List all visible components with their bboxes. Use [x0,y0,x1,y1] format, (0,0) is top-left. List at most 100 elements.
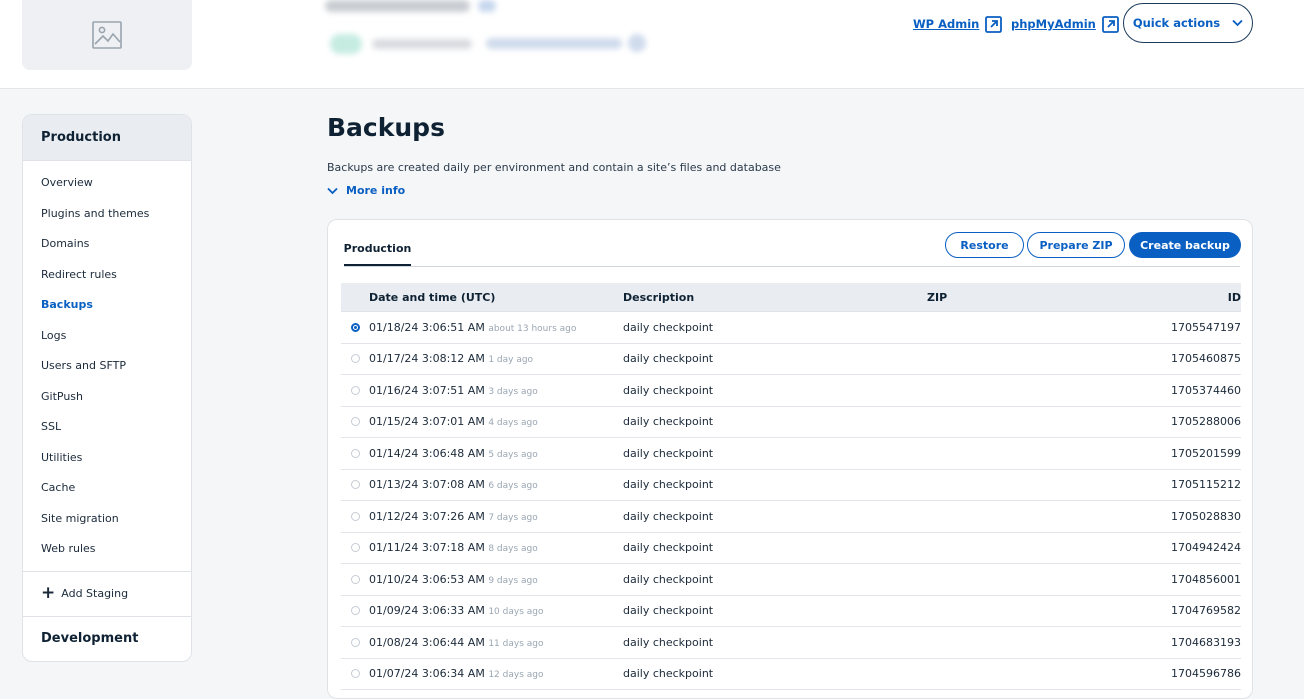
row-select[interactable] [341,385,369,395]
table-row[interactable]: 01/16/24 3:07:51 AM 3 days ago daily chec… [341,375,1241,407]
cell-description: daily checkpoint [623,541,714,555]
sidebar-item-cache[interactable]: Cache [23,473,191,504]
row-select[interactable] [341,637,369,647]
site-url-redacted[interactable] [486,38,622,49]
sidebar-item-logs[interactable]: Logs [23,321,191,352]
sidebar-item-overview[interactable]: Overview [23,168,191,199]
row-select[interactable] [341,511,369,521]
backup-datetime: 01/11/24 3:07:18 AM [369,541,485,555]
column-header-description[interactable]: Description [623,291,927,304]
backup-datetime: 01/17/24 3:08:12 AM [369,352,485,366]
table-row[interactable]: 01/18/24 3:06:51 AM about 13 hours ago da… [341,312,1241,344]
sidebar-section-development[interactable]: Development [23,615,191,662]
table-row[interactable]: 01/08/24 3:06:44 AM 11 days ago daily che… [341,627,1241,659]
cell-date: 01/17/24 3:08:12 AM 1 day ago [369,352,623,365]
radio-button[interactable] [350,606,360,616]
table-row[interactable]: 01/15/24 3:07:01 AM 4 days ago daily chec… [341,407,1241,438]
wp-admin-link[interactable]: WP Admin [913,14,1003,34]
site-name-edit-icon[interactable] [478,0,496,12]
backup-datetime: 01/15/24 3:07:01 AM [369,415,485,429]
row-select[interactable] [341,606,369,616]
radio-button[interactable] [350,480,360,490]
row-select[interactable] [341,417,369,427]
backup-relative-time: 8 days ago [488,544,538,555]
table-row[interactable]: 01/12/24 3:07:26 AM 7 days ago daily chec… [341,501,1241,533]
sidebar-item-backups[interactable]: Backups [23,290,191,321]
backup-datetime: 01/16/24 3:07:51 AM [369,383,485,397]
sidebar-section-production[interactable]: Production [23,115,191,161]
prepare-zip-button[interactable]: Prepare ZIP [1027,232,1125,258]
sidebar-item-utilities[interactable]: Utilities [23,443,191,474]
table-row[interactable]: 01/17/24 3:08:12 AM 1 day ago daily check… [341,344,1241,375]
sidebar-item-users-and-sftp[interactable]: Users and SFTP [23,351,191,382]
sidebar-item-gitpush[interactable]: GitPush [23,382,191,413]
table-row[interactable]: 01/14/24 3:06:48 AM 5 days ago daily chec… [341,438,1241,470]
backup-relative-time: 12 days ago [488,670,544,681]
more-info-toggle[interactable]: More info [327,184,405,197]
radio-button[interactable] [350,354,360,364]
radio-button[interactable] [350,637,360,647]
cell-description: daily checkpoint [623,478,714,492]
radio-button[interactable] [350,322,360,332]
row-select[interactable] [341,322,369,332]
radio-button[interactable] [350,448,360,458]
cell-id: 1704596786 [1171,667,1241,681]
row-select[interactable] [341,669,369,679]
chevron-down-icon [1232,19,1243,27]
sidebar-item-redirect-rules[interactable]: Redirect rules [23,260,191,291]
sidebar-item-web-rules[interactable]: Web rules [23,534,191,565]
sidebar-item-site-migration[interactable]: Site migration [23,504,191,535]
site-thumbnail[interactable] [22,0,192,70]
cell-date: 01/07/24 3:06:34 AM 12 days ago [369,667,623,680]
page-description: Backups are created daily per environmen… [327,161,781,174]
radio-button[interactable] [350,511,360,521]
cell-date: 01/12/24 3:07:26 AM 7 days ago [369,510,623,523]
cell-id: 1704856001 [1171,572,1241,586]
backups-card: Production Restore Prepare ZIP Create ba… [327,219,1253,699]
sidebar-item-plugins-and-themes[interactable]: Plugins and themes [23,199,191,230]
cell-description: daily checkpoint [623,667,714,681]
cell-id: 1705201599 [1171,446,1241,460]
sidebar-item-ssl[interactable]: SSL [23,412,191,443]
radio-button[interactable] [350,417,360,427]
restore-button[interactable]: Restore [945,232,1024,258]
quick-actions-button[interactable]: Quick actions [1123,3,1253,43]
cell-date: 01/08/24 3:06:44 AM 11 days ago [369,636,623,649]
copy-url-icon[interactable] [628,34,646,52]
table-row[interactable]: 01/07/24 3:06:34 AM 12 days ago daily che… [341,659,1241,690]
table-row[interactable]: 01/09/24 3:06:33 AM 10 days ago daily che… [341,596,1241,627]
create-backup-button[interactable]: Create backup [1129,232,1241,258]
add-staging-button[interactable]: + Add Staging [23,572,191,616]
backups-table: Date and time (UTC) Description ZIP ID 0… [341,283,1241,690]
row-select[interactable] [341,480,369,490]
table-row[interactable]: 01/10/24 3:06:53 AM 9 days ago daily chec… [341,564,1241,596]
radio-button[interactable] [350,574,360,584]
row-select[interactable] [341,543,369,553]
cell-description: daily checkpoint [623,572,714,586]
row-select[interactable] [341,574,369,584]
chevron-down-icon [327,187,338,194]
table-row[interactable]: 01/13/24 3:07:08 AM 6 days ago daily chec… [341,470,1241,501]
tab-production[interactable]: Production [344,233,411,267]
column-header-date[interactable]: Date and time (UTC) [369,291,623,304]
radio-button[interactable] [350,385,360,395]
sidebar-item-domains[interactable]: Domains [23,229,191,260]
column-header-id[interactable]: ID [1161,291,1241,304]
backup-relative-time: about 13 hours ago [488,323,577,334]
external-link-icon [1101,15,1119,33]
cell-date: 01/16/24 3:07:51 AM 3 days ago [369,384,623,397]
row-select[interactable] [341,354,369,364]
radio-button[interactable] [350,543,360,553]
cell-date: 01/13/24 3:07:08 AM 6 days ago [369,478,623,491]
table-row[interactable]: 01/11/24 3:07:18 AM 8 days ago daily chec… [341,533,1241,564]
backup-relative-time: 5 days ago [488,449,538,460]
cell-id: 1705460875 [1171,352,1241,366]
backup-relative-time: 9 days ago [488,575,538,586]
cell-id: 1704942424 [1171,541,1241,555]
phpmyadmin-link[interactable]: phpMyAdmin [1011,14,1119,34]
backup-datetime: 01/10/24 3:06:53 AM [369,572,485,586]
column-header-zip[interactable]: ZIP [927,291,1161,304]
cell-id: 1704769582 [1171,604,1241,618]
row-select[interactable] [341,448,369,458]
radio-button[interactable] [350,669,360,679]
